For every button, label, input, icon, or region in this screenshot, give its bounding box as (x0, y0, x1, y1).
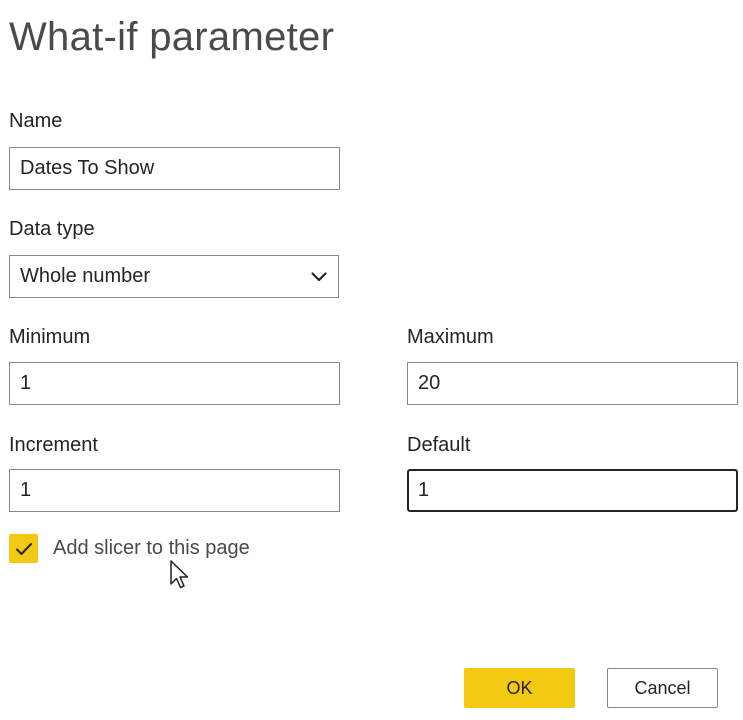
increment-label: Increment (9, 434, 98, 456)
name-input[interactable] (9, 147, 340, 190)
chevron-down-icon (310, 268, 328, 286)
default-label: Default (407, 434, 471, 456)
ok-button[interactable]: OK (464, 668, 575, 708)
maximum-input[interactable] (407, 362, 738, 405)
add-slicer-label[interactable]: Add slicer to this page (53, 536, 250, 560)
data-type-label: Data type (9, 218, 95, 240)
increment-input[interactable] (9, 469, 340, 512)
data-type-selected-value: Whole number (20, 265, 151, 287)
name-label: Name (9, 110, 63, 132)
add-slicer-checkbox[interactable] (9, 534, 38, 563)
minimum-input[interactable] (9, 362, 340, 405)
cancel-button[interactable]: Cancel (607, 668, 718, 708)
checkmark-icon (15, 542, 32, 555)
data-type-select[interactable]: Whole number (9, 255, 339, 298)
dialog-title: What-if parameter (9, 15, 335, 59)
mouse-pointer-icon (170, 560, 189, 589)
minimum-label: Minimum (9, 326, 91, 348)
maximum-label: Maximum (407, 326, 494, 348)
default-input[interactable] (407, 469, 738, 512)
